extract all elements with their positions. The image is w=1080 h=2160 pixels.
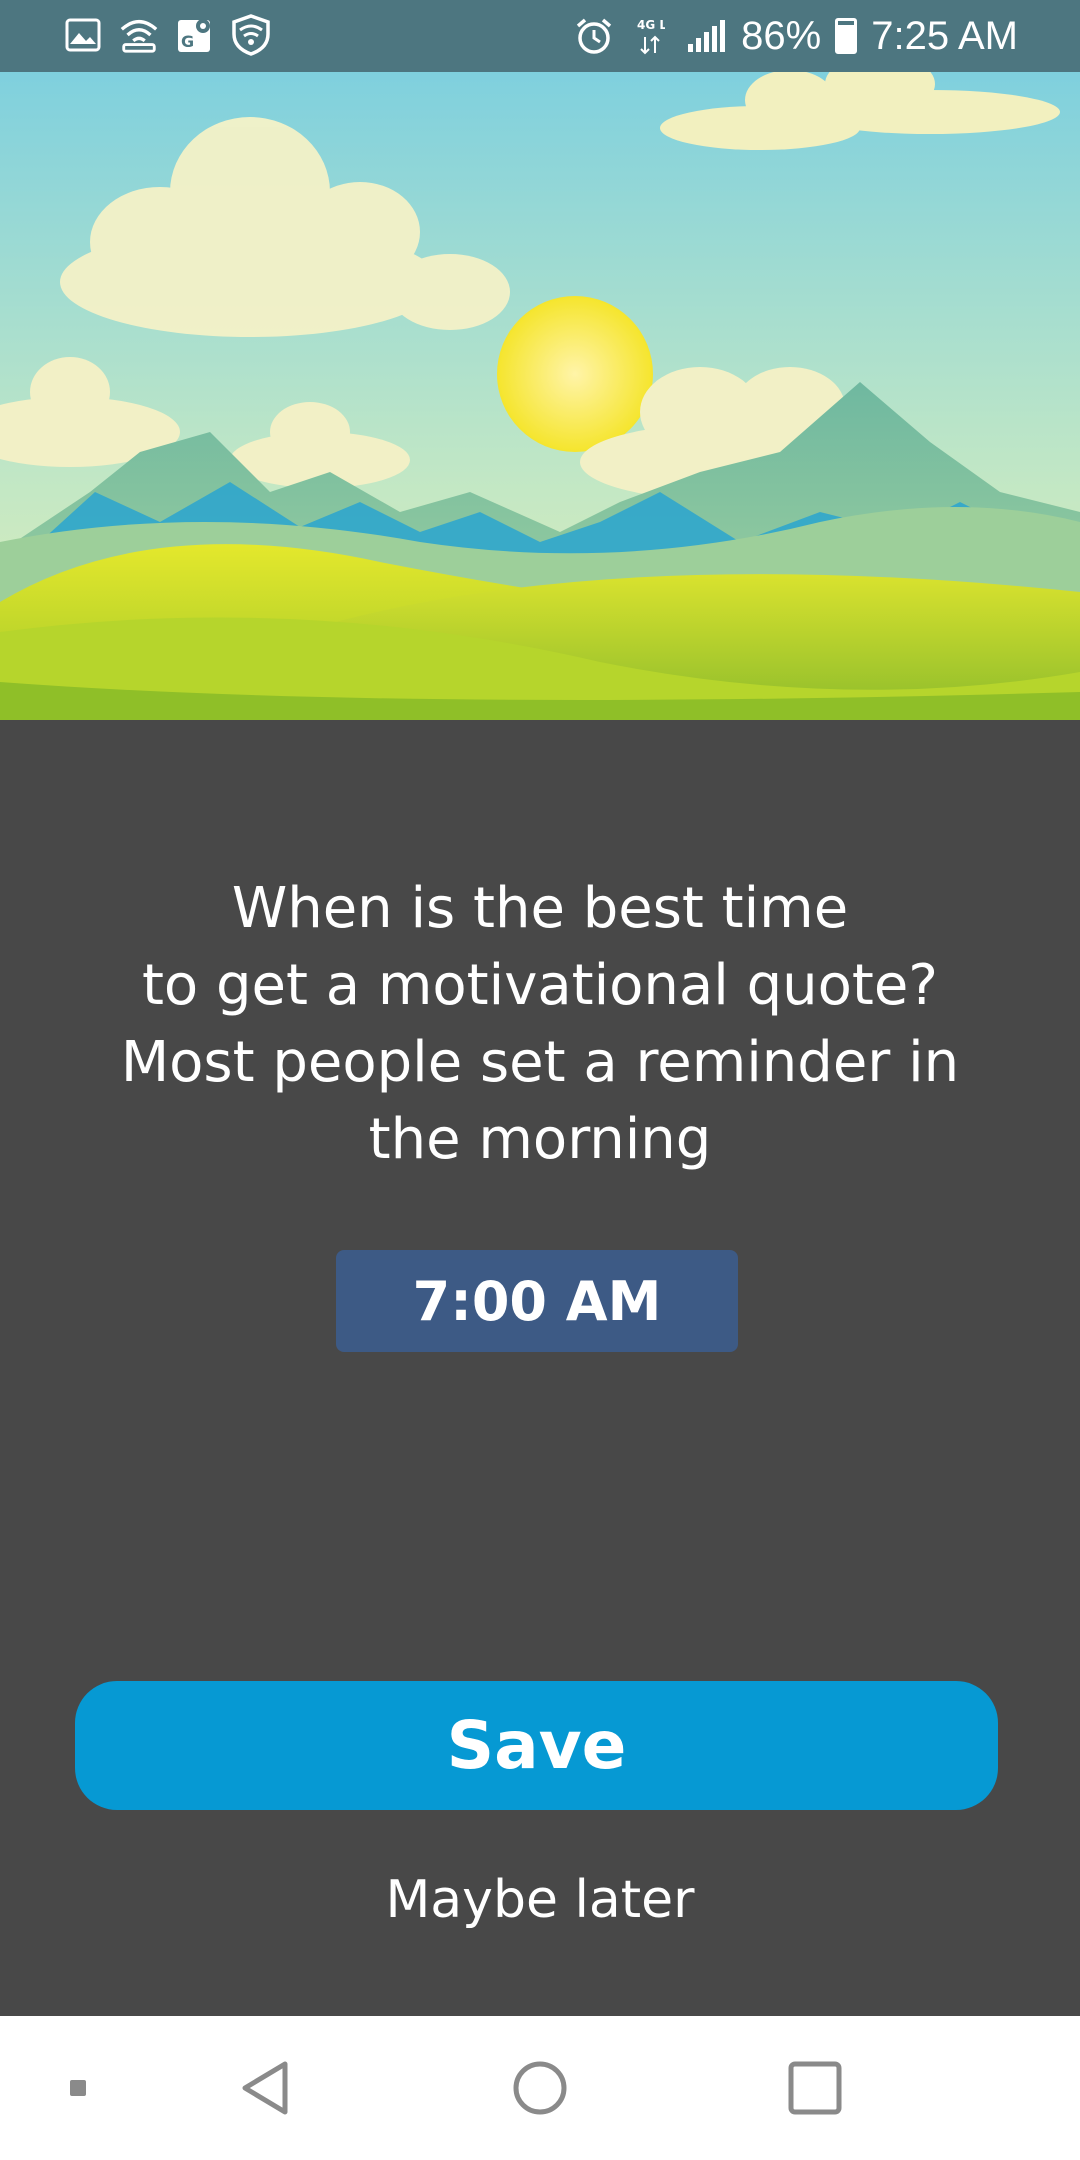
prompt-line-4: the morning: [368, 1107, 712, 1172]
vpn-shield-icon: [230, 12, 272, 58]
navigation-bar: [0, 2016, 1080, 2160]
battery-icon: [835, 18, 858, 54]
dot-icon[interactable]: [40, 2016, 116, 2160]
alarm-icon: [573, 13, 615, 59]
back-icon[interactable]: [210, 2016, 320, 2160]
battery-percent: 86%: [741, 13, 822, 58]
status-left-icons: G: [62, 12, 272, 58]
status-time: 7:25 AM: [871, 13, 1018, 58]
sun: [497, 296, 653, 452]
time-picker-button[interactable]: 7:00 AM: [336, 1250, 738, 1352]
network-label: 4G LTE: [637, 18, 665, 32]
recents-icon[interactable]: [760, 2016, 870, 2160]
svg-text:G: G: [181, 32, 194, 51]
4g-lte-icon: 4G LTE: [629, 13, 671, 59]
home-icon[interactable]: [485, 2016, 595, 2160]
status-right: 4G LTE 86% 7:25 AM: [573, 0, 1018, 72]
signal-icon: [685, 13, 727, 59]
maps-icon: G: [174, 12, 216, 58]
prompt-line-1: When is the best time: [231, 876, 849, 941]
reminder-prompt: When is the best time to get a motivatio…: [90, 870, 990, 1178]
maybe-later-link[interactable]: Maybe later: [0, 1870, 1080, 1930]
landscape-illustration: [0, 72, 1080, 720]
prompt-line-2: to get a motivational quote?: [141, 953, 939, 1018]
prompt-line-3: Most people set a reminder in: [120, 1030, 960, 1095]
save-button[interactable]: Save: [75, 1681, 998, 1810]
image-icon: [62, 12, 104, 58]
wifi-hotspot-icon: [118, 12, 160, 58]
status-bar: G 4G LTE 86% 7:25 AM: [0, 0, 1080, 72]
